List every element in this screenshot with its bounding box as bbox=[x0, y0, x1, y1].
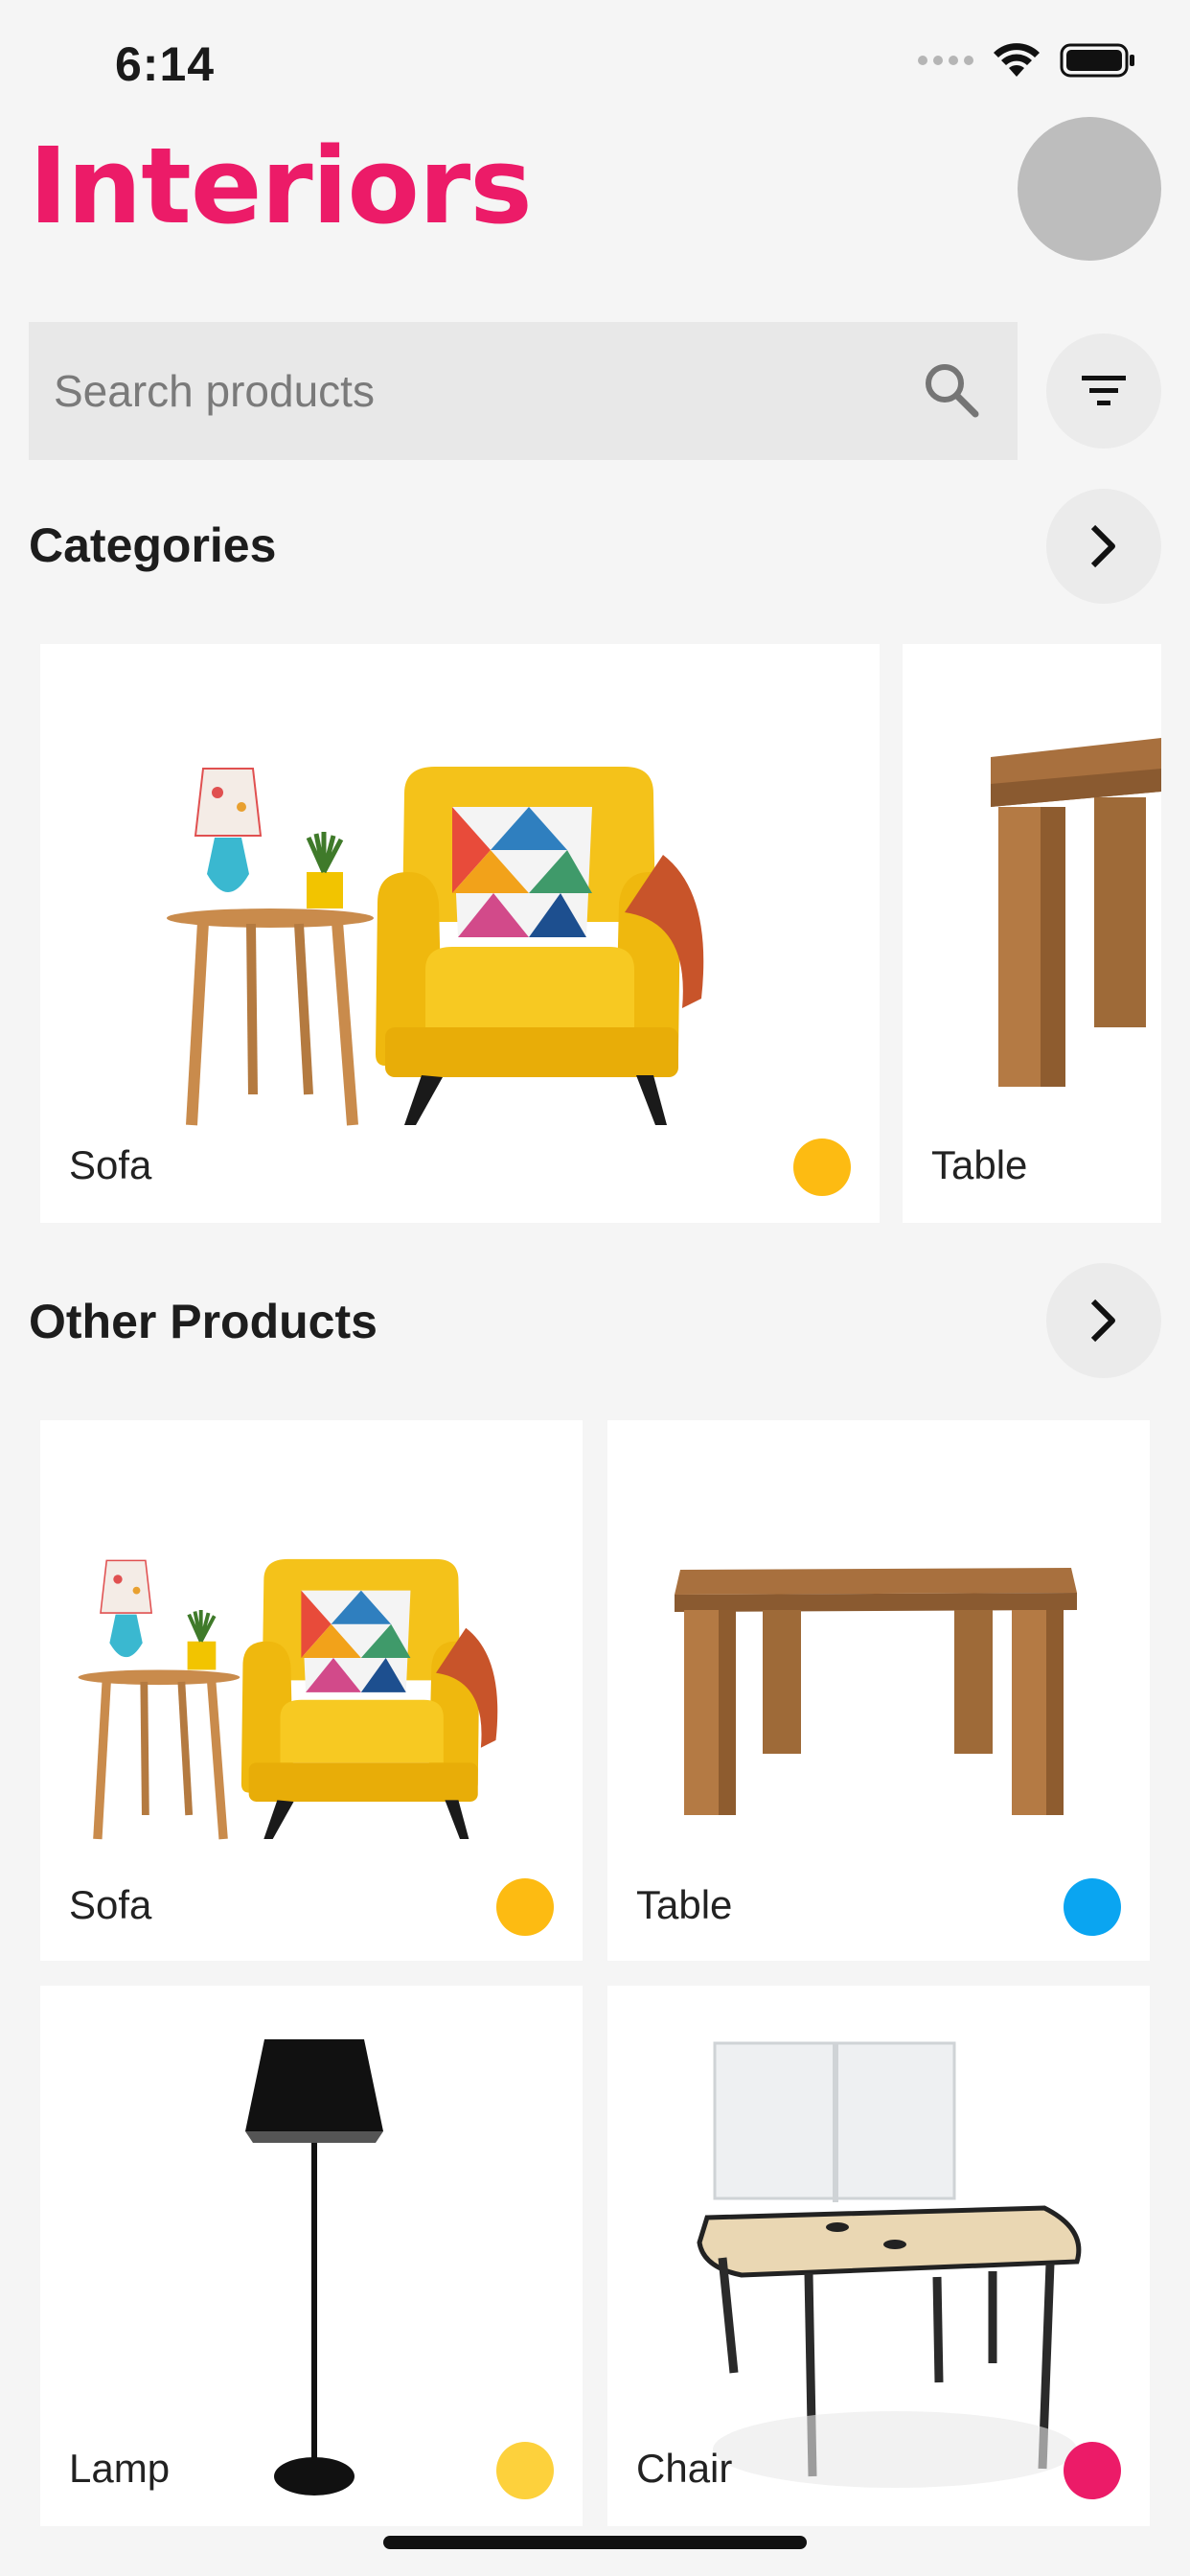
table-image bbox=[991, 738, 1161, 1087]
product-card-sofa[interactable]: Sofa bbox=[40, 1420, 583, 1961]
lamp-image bbox=[245, 2039, 383, 2496]
product-color-dot bbox=[1064, 1878, 1121, 1936]
product-card-table[interactable]: Table bbox=[607, 1420, 1150, 1961]
category-label: Sofa bbox=[69, 1142, 152, 1187]
product-card-chair[interactable]: Chair bbox=[607, 1986, 1150, 2526]
signal-icon bbox=[918, 56, 973, 65]
status-time: 6:14 bbox=[115, 37, 216, 91]
product-label: Lamp bbox=[69, 2446, 171, 2491]
other-products-title: Other Products bbox=[29, 1295, 378, 1348]
sofa-image bbox=[167, 767, 704, 1126]
status-icons bbox=[918, 42, 1136, 79]
product-color-dot bbox=[496, 1878, 554, 1936]
category-card-sofa[interactable]: Sofa bbox=[40, 644, 880, 1223]
app-title: Interiors bbox=[29, 125, 533, 247]
search-icon[interactable] bbox=[920, 358, 983, 422]
product-color-dot bbox=[1064, 2442, 1121, 2499]
wifi-icon bbox=[994, 43, 1040, 77]
chevron-right-icon bbox=[1090, 524, 1115, 568]
home-indicator bbox=[383, 2536, 807, 2549]
avatar[interactable] bbox=[1018, 117, 1161, 261]
product-label: Sofa bbox=[69, 1882, 152, 1927]
product-card-lamp[interactable]: Lamp bbox=[40, 1986, 583, 2526]
product-label: Chair bbox=[636, 2446, 733, 2491]
search-input[interactable] bbox=[54, 322, 897, 460]
battery-icon bbox=[1060, 43, 1134, 78]
chevron-right-icon bbox=[1090, 1299, 1115, 1343]
category-color-dot bbox=[793, 1138, 851, 1196]
other-products-see-all-button[interactable] bbox=[1046, 1263, 1161, 1378]
chair-image bbox=[697, 2041, 1082, 2488]
category-label: Table bbox=[931, 1142, 1028, 1187]
filter-icon bbox=[1082, 376, 1126, 405]
status-bar: 6:14 bbox=[0, 0, 1190, 126]
table-image bbox=[675, 1568, 1077, 1815]
search-box[interactable] bbox=[29, 322, 1018, 460]
categories-see-all-button[interactable] bbox=[1046, 489, 1161, 604]
product-color-dot bbox=[496, 2442, 554, 2499]
filter-button[interactable] bbox=[1046, 334, 1161, 448]
categories-title: Categories bbox=[29, 518, 277, 572]
product-label: Table bbox=[636, 1882, 733, 1927]
category-card-table[interactable]: Table bbox=[903, 644, 1161, 1223]
sofa-image bbox=[78, 1558, 498, 1840]
